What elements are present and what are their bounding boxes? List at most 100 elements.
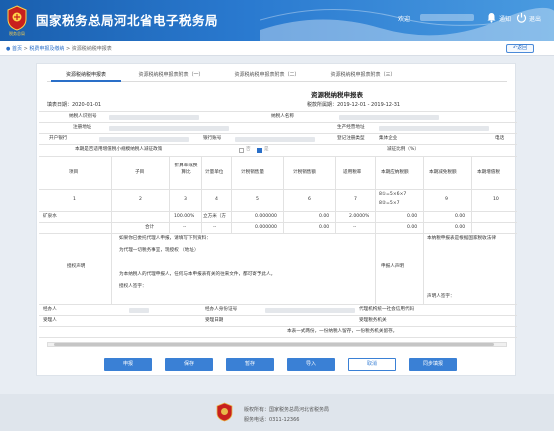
label-reduction-ratio: 减征比例（%） xyxy=(387,147,419,152)
label-agency-code: 代理机构统一社会信用代码 xyxy=(359,307,415,312)
label-accept-date: 受理日期 xyxy=(205,318,224,323)
business-address-value xyxy=(379,126,489,131)
col-header-tax-rate: 适用税率 xyxy=(343,170,362,175)
total-volume: 0.000000 xyxy=(255,225,277,230)
authorize-line-3: 为本纳税人的代理申报人，任何与本申报表有关的往来文件，都可寄予此人。 xyxy=(119,272,276,277)
label-tax-office: 受理税务机关 xyxy=(359,318,387,323)
total-reduction: 0.00 xyxy=(455,225,466,230)
tax-emblem-icon xyxy=(7,5,27,31)
small-taxpayer-question: 本期是否适用增值税小规模纳税人减征政策 xyxy=(75,147,163,152)
tab-attachment-2[interactable]: 资源税纳税申报表附表（二） xyxy=(221,69,313,82)
sync-fill-button[interactable]: 同步填报 xyxy=(409,358,457,371)
handler-id-value xyxy=(265,308,355,313)
tax-badge-icon xyxy=(216,402,233,422)
breadcrumb-bar: ● 首页 > 税费申报及缴纳 > 资源税纳税申报表 ↶返回 xyxy=(0,41,554,56)
handler-value xyxy=(129,308,149,313)
no-checkbox[interactable] xyxy=(239,148,244,153)
total-amount: 0.00 xyxy=(319,225,330,230)
col-header-volume: 计税销售量 xyxy=(241,170,264,175)
label-handler-id: 经办人身份证号 xyxy=(205,307,238,312)
taxpayer-id-value xyxy=(109,115,199,120)
location-pin-icon: ● xyxy=(6,46,11,52)
page-footer: 版权所有：国家税务总局河北省税务局 服务电话：0311-12366 xyxy=(0,394,554,431)
form-tabs: 资源税纳税申报表 资源税纳税申报表附表（一） 资源税纳税申报表附表（二） 资源税… xyxy=(47,69,507,82)
yes-checkbox[interactable] xyxy=(257,148,262,153)
col-header-amount: 计税销售额 xyxy=(293,170,316,175)
submit-button[interactable]: 申报 xyxy=(104,358,152,371)
form-card: 资源税纳税申报表 资源税纳税申报表附表（一） 资源税纳税申报表附表（二） 资源税… xyxy=(36,63,517,376)
col-header-item: 项目 xyxy=(69,170,79,175)
col-header-vat: 本期增值税 xyxy=(477,170,500,175)
col-header-tax-due: 本期应纳税额 xyxy=(381,170,409,175)
row-tax-due: 0.00 xyxy=(407,214,418,219)
col-header-unit: 计量单位 xyxy=(205,170,224,175)
user-name xyxy=(420,14,474,21)
formula-a: 8①=5×6×7 xyxy=(379,192,407,197)
tab-attachment-3[interactable]: 资源税纳税申报表附表（三） xyxy=(317,69,409,82)
authorize-sign: 授权人签字： xyxy=(119,284,147,289)
save-button[interactable]: 保存 xyxy=(165,358,213,371)
form-title: 资源税纳税申报表 xyxy=(311,91,363,99)
scrollbar-thumb[interactable] xyxy=(54,343,494,346)
horizontal-scrollbar[interactable] xyxy=(47,342,507,347)
breadcrumb: ● 首页 > 税费申报及缴纳 > 资源税纳税申报表 xyxy=(6,46,112,52)
stash-button[interactable]: 暂存 xyxy=(226,358,274,371)
label-bank: 开户银行 xyxy=(49,136,68,141)
total-tax-due: 0.00 xyxy=(407,225,418,230)
top-header: 税务总局 国家税务总局河北省电子税务局 欢迎 通知 退出 xyxy=(0,0,554,41)
declare-label: 申报人声明 xyxy=(381,264,404,269)
authorize-line-2: 为代理一切税务事宜，现授权 （地址） xyxy=(119,248,199,253)
tax-period: 税款所属期：2019-12-01 - 2019-12-31 xyxy=(307,102,401,108)
label-business-address: 生产经营地址 xyxy=(337,125,365,130)
logo-caption: 税务总局 xyxy=(9,31,25,36)
tab-attachment-1[interactable]: 资源税纳税申报表附表（一） xyxy=(125,69,217,82)
label-reg-type: 登记注册类型 xyxy=(337,136,365,141)
footnote: 本表一式两份，一份纳税人留存，一份税务机关留存。 xyxy=(287,329,398,334)
col-header-rate: 折算率或换算比 xyxy=(174,163,198,175)
row-volume[interactable]: 0.000000 xyxy=(255,213,277,221)
row-amount[interactable]: 0.00 xyxy=(319,213,329,221)
breadcrumb-current: 资源税纳税申报表 xyxy=(71,46,112,52)
label-receiver: 受理人 xyxy=(43,318,57,323)
label-reg-address: 注册地址 xyxy=(73,125,92,130)
declaration-table: 纳税人识别号 纳税人名称 注册地址 生产经营地址 开户银行 银行账号 登记注册类… xyxy=(39,111,517,396)
fill-date: 填表日期：2020-01-01 xyxy=(47,102,102,108)
import-button[interactable]: 导入 xyxy=(287,358,335,371)
bank-account-value xyxy=(235,137,315,142)
welcome-text: 欢迎 xyxy=(398,16,411,23)
cancel-button[interactable]: 取消 xyxy=(348,358,396,371)
col-header-subitem: 子目 xyxy=(135,170,145,175)
reg-type-value: 集体企业 xyxy=(379,136,398,141)
label-bank-account: 银行账号 xyxy=(203,136,222,141)
power-icon[interactable] xyxy=(516,12,527,23)
site-title: 国家税务总局河北省电子税务局 xyxy=(36,13,219,28)
row-tax-rate: 2.0000% xyxy=(349,214,370,219)
notice-link[interactable]: 通知 xyxy=(499,14,511,23)
label-handler: 经办人 xyxy=(43,307,57,312)
declare-sign: 声明人签字： xyxy=(427,294,455,299)
tab-main-form[interactable]: 资源税纳税申报表 xyxy=(51,69,121,82)
back-button[interactable]: ↶返回 xyxy=(506,44,534,53)
row-unit[interactable]: 立方米（方 xyxy=(203,213,231,221)
copyright-text: 版权所有：国家税务总局河北省税务局 xyxy=(244,407,330,413)
declare-text: 本纳税申报表是根据国家税收法律 xyxy=(427,236,496,241)
col-header-reduction: 本期减免税额 xyxy=(429,170,457,175)
formula-b: 8②=5×7 xyxy=(379,201,400,206)
row-item-name: 矿泉水 xyxy=(43,214,57,219)
breadcrumb-home[interactable]: 首页 xyxy=(12,46,22,52)
row-reduction[interactable]: 0.00 xyxy=(455,213,465,221)
authorize-label: 授权声明 xyxy=(67,264,86,269)
label-phone: 电话 xyxy=(495,136,505,141)
authorize-line-1: 如果你已委托代理人申报，请填写下列资料： xyxy=(119,236,211,241)
reg-address-value xyxy=(109,126,229,131)
label-taxpayer-id: 纳税人识别号 xyxy=(69,114,97,119)
bell-icon[interactable] xyxy=(486,12,497,23)
taxpayer-name-value xyxy=(339,115,439,120)
logout-link[interactable]: 退出 xyxy=(529,14,541,23)
bank-value xyxy=(99,137,189,142)
breadcrumb-level1[interactable]: 税费申报及缴纳 xyxy=(29,46,64,52)
label-taxpayer-name: 纳税人名称 xyxy=(271,114,294,119)
row-rate[interactable]: 100.00% xyxy=(174,213,194,221)
hotline-text: 服务电话：0311-12366 xyxy=(244,417,300,423)
total-label: 合计 xyxy=(145,225,155,230)
